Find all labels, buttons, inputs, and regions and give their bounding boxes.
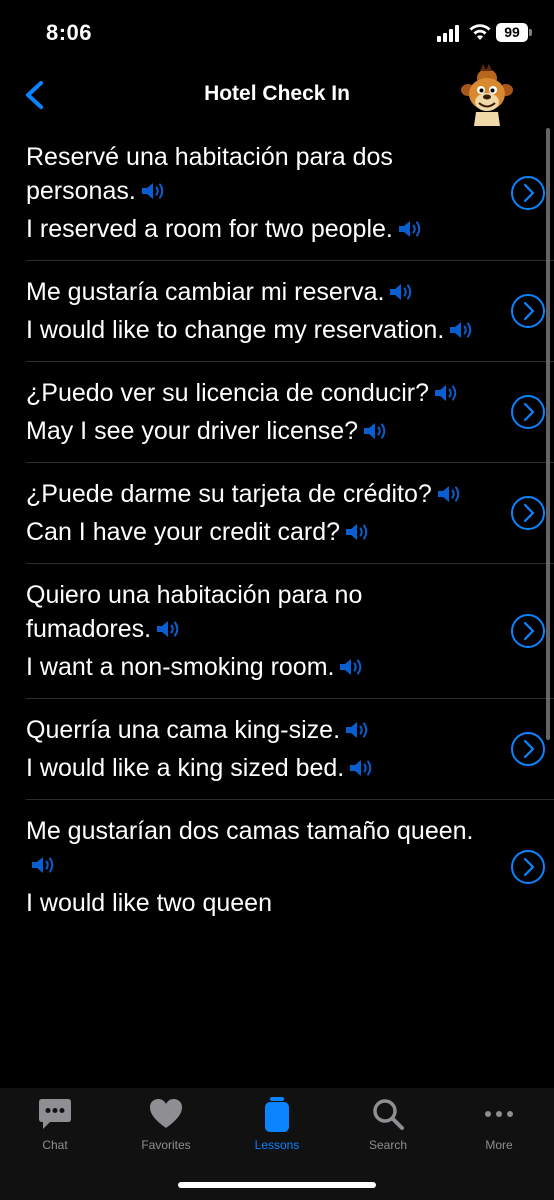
spanish-phrase: Me gustarían dos camas tamaño queen. xyxy=(26,817,474,845)
speaker-icon[interactable] xyxy=(155,618,181,640)
chevron-right-circle-icon[interactable] xyxy=(510,731,546,767)
home-indicator[interactable] xyxy=(178,1182,376,1188)
phrase-row[interactable]: Me gustarían dos camas tamaño queen. I w… xyxy=(26,800,554,934)
speaker-icon[interactable] xyxy=(338,656,364,678)
chevron-right-circle-icon[interactable] xyxy=(510,849,546,885)
speaker-icon[interactable] xyxy=(140,180,166,202)
tab-label: Favorites xyxy=(141,1138,191,1152)
phrase-row[interactable]: Me gustaría cambiar mi reserva. I would … xyxy=(26,261,554,362)
speaker-icon[interactable] xyxy=(30,854,56,876)
search-icon xyxy=(373,1099,404,1130)
phrase-row[interactable]: Reservé una habitación para dos personas… xyxy=(26,126,554,261)
status-time: 8:06 xyxy=(46,20,93,45)
speaker-icon[interactable] xyxy=(348,757,374,779)
english-translation: I reserved a room for two people. xyxy=(26,215,393,243)
chevron-right-circle-icon[interactable] xyxy=(510,613,546,649)
spanish-phrase: Reservé una habitación para dos personas… xyxy=(26,143,393,205)
tab-label: Chat xyxy=(42,1138,68,1152)
nav-bar: Hotel Check In xyxy=(0,64,554,126)
heart-icon xyxy=(150,1099,182,1128)
status-bar: 8:06 99 xyxy=(0,0,554,64)
chat-bubble-icon xyxy=(39,1099,71,1129)
speaker-icon[interactable] xyxy=(448,319,474,341)
speaker-icon[interactable] xyxy=(397,218,423,240)
phrase-row[interactable]: ¿Puedo ver su licencia de conducir? May … xyxy=(26,362,554,463)
phrase-row[interactable]: ¿Puede darme su tarjeta de crédito? Can … xyxy=(26,463,554,564)
english-translation: I would like two queen xyxy=(26,889,272,917)
speaker-icon[interactable] xyxy=(433,382,459,404)
tab-lessons[interactable]: Lessons xyxy=(222,1096,332,1152)
tab-label: More xyxy=(485,1138,513,1152)
english-translation: I would like a king sized bed. xyxy=(26,754,345,782)
chevron-right-circle-icon[interactable] xyxy=(510,175,546,211)
lessons-icon xyxy=(265,1097,289,1132)
english-translation: Can I have your credit card? xyxy=(26,518,341,546)
speaker-icon[interactable] xyxy=(344,719,370,741)
wifi-icon xyxy=(469,24,491,40)
cellular-signal-icon xyxy=(437,24,463,42)
speaker-icon[interactable] xyxy=(436,483,462,505)
tab-more[interactable]: More xyxy=(444,1096,554,1152)
tab-label: Lessons xyxy=(254,1138,300,1152)
phrase-list[interactable]: Reservé una habitación para dos personas… xyxy=(0,126,554,1088)
chevron-right-circle-icon[interactable] xyxy=(510,394,546,430)
speaker-icon[interactable] xyxy=(388,281,414,303)
battery-icon: 99 xyxy=(496,23,528,42)
english-translation: I want a non-smoking room. xyxy=(26,653,335,681)
english-translation: I would like to change my reservation. xyxy=(26,316,445,344)
spanish-phrase: ¿Puedo ver su licencia de conducir? xyxy=(26,379,430,407)
battery-tip xyxy=(529,29,532,36)
phrase-row[interactable]: Querría una cama king-size. I would like… xyxy=(26,699,554,800)
tab-favorites[interactable]: Favorites xyxy=(111,1096,221,1152)
tab-chat[interactable]: Chat xyxy=(0,1096,110,1152)
chevron-right-circle-icon[interactable] xyxy=(510,293,546,329)
more-icon xyxy=(485,1111,513,1117)
tab-search[interactable]: Search xyxy=(333,1096,443,1152)
tab-label: Search xyxy=(368,1138,408,1152)
english-translation: May I see your driver license? xyxy=(26,417,359,445)
spanish-phrase: Quiero una habitación para no fumadores. xyxy=(26,581,363,643)
speaker-icon[interactable] xyxy=(362,420,388,442)
speaker-icon[interactable] xyxy=(344,521,370,543)
spanish-phrase: Querría una cama king-size. xyxy=(26,716,341,744)
scroll-indicator[interactable] xyxy=(546,128,550,740)
phrase-row[interactable]: Quiero una habitación para no fumadores.… xyxy=(26,564,554,699)
meerkat-mascot-icon[interactable] xyxy=(456,64,518,126)
chevron-right-circle-icon[interactable] xyxy=(510,495,546,531)
spanish-phrase: Me gustaría cambiar mi reserva. xyxy=(26,278,385,306)
spanish-phrase: ¿Puede darme su tarjeta de crédito? xyxy=(26,480,432,508)
